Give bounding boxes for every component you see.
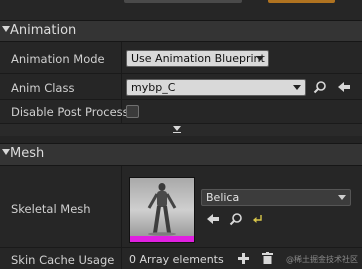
plus-icon[interactable] (238, 253, 249, 264)
skeletal-mesh-label: Skeletal Mesh (11, 202, 91, 216)
chevron-down-icon (256, 56, 264, 61)
row-animation-mode: Animation Mode Use Animation Blueprint (0, 42, 362, 74)
chevron-down-icon[interactable] (2, 149, 10, 155)
chevron-down-icon (338, 195, 346, 200)
reset-arrow-icon[interactable] (253, 214, 263, 224)
column-divider (121, 248, 122, 269)
character-figure-icon (147, 183, 177, 236)
row-disable-post-process: Disable Post Process (0, 100, 362, 124)
animation-mode-value: Use Animation Blueprint (131, 52, 265, 65)
top-strip (0, 0, 362, 20)
disable-post-process-checkbox[interactable] (126, 105, 139, 118)
advanced-expander[interactable] (0, 124, 362, 136)
skeletal-mesh-value: Belica (206, 191, 240, 204)
magnifier-icon[interactable] (229, 212, 243, 226)
top-control-orange[interactable] (268, 0, 335, 3)
watermark-text: @稀土掘金技术社区 (286, 255, 358, 264)
section-header-animation[interactable]: Animation (0, 20, 362, 42)
anim-class-value: mybp_C (131, 81, 176, 94)
magnifier-icon[interactable] (313, 80, 327, 94)
left-arrow-icon[interactable] (337, 80, 351, 94)
column-divider (121, 166, 122, 247)
anim-class-label: Anim Class (11, 81, 75, 95)
section-title: Mesh (10, 146, 45, 161)
skeletal-mesh-dropdown[interactable]: Belica (201, 189, 351, 206)
skin-cache-usage-label: Skin Cache Usage (11, 253, 115, 267)
chevron-down-icon[interactable] (2, 26, 10, 32)
skin-cache-array-count: 0 Array elements (129, 253, 224, 266)
row-anim-class: Anim Class mybp_C (0, 74, 362, 100)
anim-class-dropdown[interactable]: mybp_C (126, 79, 306, 96)
animation-mode-dropdown[interactable]: Use Animation Blueprint (126, 50, 269, 67)
chevron-down-icon (293, 85, 301, 90)
column-divider (121, 42, 122, 73)
section-header-mesh[interactable]: Mesh (0, 143, 362, 166)
expand-advanced-icon[interactable] (173, 126, 181, 131)
top-control-left[interactable] (124, 0, 242, 3)
trash-icon[interactable] (262, 252, 273, 264)
expand-advanced-underline (173, 132, 181, 133)
section-title: Animation (10, 23, 77, 38)
animation-mode-label: Animation Mode (11, 52, 105, 66)
column-divider (121, 74, 122, 99)
thumbnail-asset-type-strip (130, 236, 194, 242)
disable-post-process-label: Disable Post Process (11, 105, 129, 119)
left-arrow-icon[interactable] (206, 212, 220, 226)
skeletal-mesh-thumbnail[interactable] (129, 177, 195, 243)
